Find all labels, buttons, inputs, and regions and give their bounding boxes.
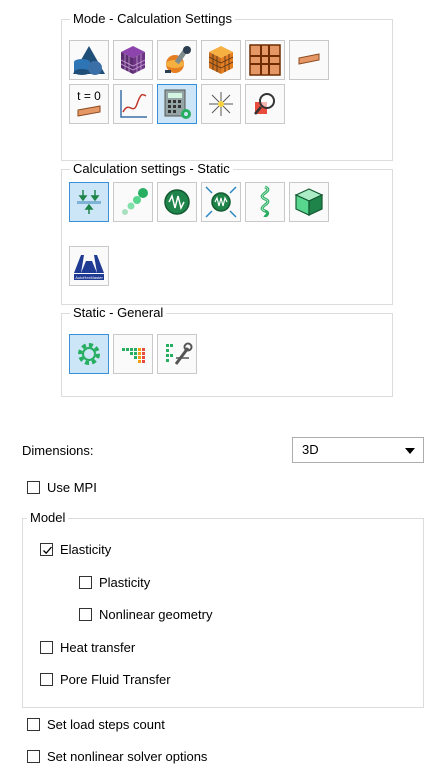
group-title: Mode - Calculation Settings (70, 11, 235, 27)
vibration-icon[interactable] (157, 182, 197, 222)
dynamic-icon[interactable] (113, 182, 153, 222)
gear-icon[interactable] (69, 334, 109, 374)
block-cube-icon[interactable] (201, 40, 241, 80)
heat-transfer-checkbox[interactable] (40, 641, 53, 654)
group-title: Calculation settings - Static (70, 161, 233, 177)
use-mpi-label: Use MPI (47, 480, 97, 495)
seismic-icon[interactable] (201, 182, 241, 222)
nonlinear-geometry-label: Nonlinear geometry (99, 607, 213, 622)
plasticity-label: Plasticity (99, 575, 151, 590)
mesh-cube-icon[interactable] (113, 40, 153, 80)
initial-state-text: t = 0 (77, 89, 101, 103)
group-title: Static - General (70, 305, 167, 321)
pore-fluid-transfer-checkbox[interactable] (40, 673, 53, 686)
beam-icon[interactable] (289, 40, 329, 80)
elasticity-checkbox[interactable] (40, 543, 53, 556)
graph-icon[interactable] (113, 84, 153, 124)
material-tools-icon[interactable] (157, 40, 197, 80)
model-group-title: Model (27, 510, 69, 526)
magnifier-icon[interactable] (245, 84, 285, 124)
set-nonlinear-solver-checkbox[interactable] (27, 750, 40, 763)
autocad-logo-text: AutoHexMaster (75, 275, 103, 280)
dimensions-value: 3D (302, 442, 319, 457)
set-nonlinear-solver-label: Set nonlinear solver options (47, 749, 208, 764)
static-general-group: Static - General (61, 305, 393, 397)
heat-transfer-label: Heat transfer (60, 640, 136, 655)
nonlinear-geometry-checkbox[interactable] (79, 608, 92, 621)
sparkle-icon[interactable] (201, 84, 241, 124)
plasticity-checkbox[interactable] (79, 576, 92, 589)
initial-state-icon[interactable]: t = 0 (69, 84, 109, 124)
solid-shapes-icon[interactable] (69, 40, 109, 80)
set-load-steps-checkbox[interactable] (27, 718, 40, 731)
static-load-icon[interactable] (69, 182, 109, 222)
pore-fluid-transfer-label: Pore Fluid Transfer (60, 672, 171, 687)
calculator-settings-icon[interactable] (157, 84, 197, 124)
dimensions-label: Dimensions: (22, 443, 94, 458)
set-load-steps-label: Set load steps count (47, 717, 165, 732)
color-steps-icon[interactable] (113, 334, 153, 374)
checkmark-icon (43, 546, 52, 555)
spring-icon[interactable] (245, 182, 285, 222)
autocad-logo-icon[interactable]: AutoHexMaster (69, 246, 109, 286)
solver-options-icon[interactable] (157, 334, 197, 374)
chevron-down-icon (405, 448, 415, 454)
soil-box-icon[interactable] (289, 182, 329, 222)
elasticity-label: Elasticity (60, 542, 112, 557)
dimensions-select[interactable]: 3D (292, 437, 424, 463)
grid-icon[interactable] (245, 40, 285, 80)
use-mpi-checkbox[interactable] (27, 481, 40, 494)
